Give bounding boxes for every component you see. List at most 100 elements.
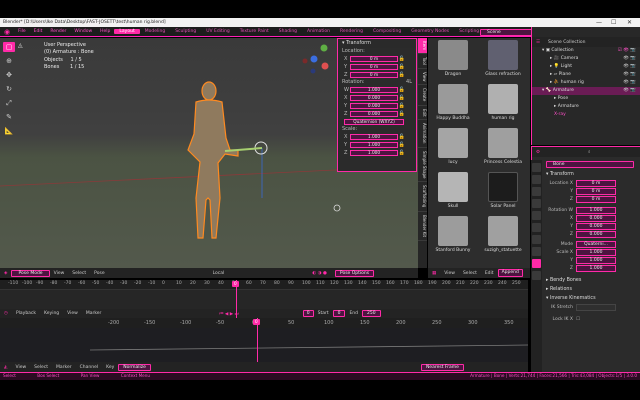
menu-help[interactable]: Help: [96, 29, 114, 34]
rotation-y-field[interactable]: 0.000: [350, 102, 398, 109]
annotate-tool-icon[interactable]: ✎: [3, 112, 15, 122]
asset-menu-edit[interactable]: Edit: [481, 271, 498, 276]
prop-rotation-z[interactable]: 0.000: [576, 230, 616, 238]
asset-human-rig[interactable]: human rig: [480, 84, 526, 121]
cursor-tool-icon[interactable]: ⊕: [3, 56, 15, 66]
outliner-row-light[interactable]: ▸ 💡 Light 👁 📷: [532, 63, 640, 71]
measure-tool-icon[interactable]: 📐: [3, 126, 15, 136]
prop-location-y[interactable]: 0 m: [576, 187, 616, 195]
lock-icon[interactable]: 🔓: [398, 111, 406, 117]
rotation-x-field[interactable]: 0.000: [350, 94, 398, 101]
world-tab-icon[interactable]: [532, 211, 541, 220]
orientation-dropdown[interactable]: Local: [209, 271, 229, 276]
end-frame-field[interactable]: 250: [362, 310, 381, 317]
move-tool-icon[interactable]: ✥: [3, 70, 15, 80]
menu-select[interactable]: Select: [68, 271, 90, 276]
outliner-row-xray[interactable]: X-ray: [532, 111, 640, 119]
asset-happy-buddha[interactable]: Happy Buddha: [430, 84, 476, 121]
timeline-editor-icon[interactable]: ◷: [0, 311, 12, 316]
asset-lucy[interactable]: lucy: [430, 128, 476, 165]
tab-view[interactable]: View: [418, 69, 427, 86]
search-icon[interactable]: ⌕: [584, 149, 595, 155]
transform-header[interactable]: ▾ Transform: [338, 39, 416, 48]
location-y-field[interactable]: 0 m: [350, 63, 398, 70]
scene-tab-icon[interactable]: [532, 199, 541, 208]
timeline-area[interactable]: [0, 289, 528, 309]
transform-section[interactable]: ▾ Transform: [546, 170, 640, 179]
lock-icon[interactable]: 🔓: [398, 142, 406, 148]
outliner-row-camera[interactable]: ▸ 🎥 Camera 👁 📷: [532, 55, 640, 63]
tool-tab-icon[interactable]: [532, 163, 541, 172]
tab-shading[interactable]: Shading: [274, 29, 302, 34]
menu-edit[interactable]: Edit: [30, 29, 47, 34]
bone-tab-icon[interactable]: [532, 259, 541, 268]
tab-animation-side[interactable]: Animation: [418, 120, 427, 148]
lock-icon[interactable]: 🔓: [398, 56, 406, 62]
tab-geometry-nodes[interactable]: Geometry Nodes: [406, 29, 454, 34]
asset-menu-select[interactable]: Select: [459, 271, 481, 276]
tab-scaffolding[interactable]: Scaffolding: [418, 182, 427, 212]
lock-icon[interactable]: 🔓: [398, 103, 406, 109]
constraint-tab-icon[interactable]: [532, 235, 541, 244]
editor-type-icon[interactable]: ◈: [0, 271, 11, 276]
snap-dropdown[interactable]: Nearest Frame: [420, 363, 464, 371]
graph-select-menu[interactable]: Select: [30, 365, 52, 370]
asset-princess-celestia[interactable]: Princess Celestia: [480, 128, 526, 165]
prop-scale-z[interactable]: 1.000: [576, 264, 616, 272]
graph-view-menu[interactable]: View: [11, 365, 30, 370]
graph-editor-area[interactable]: [0, 328, 529, 362]
tab-compositing[interactable]: Compositing: [368, 29, 406, 34]
playback-controls[interactable]: ⏮ ◀ ▶ ⏭: [215, 311, 242, 317]
location-z-field[interactable]: 0 m: [350, 71, 398, 78]
asset-dragon[interactable]: Dragon: [430, 40, 476, 77]
properties-icon[interactable]: ⚙: [532, 150, 544, 155]
data-tab-icon[interactable]: [532, 247, 541, 256]
lock-icon[interactable]: 🔓: [398, 95, 406, 101]
scale-tool-icon[interactable]: ⤢: [3, 98, 15, 108]
prop-scale-y[interactable]: 1.000: [576, 256, 616, 264]
keying-menu[interactable]: Keying: [40, 311, 63, 316]
timeline-view-menu[interactable]: View: [63, 311, 82, 316]
timeline-marker-menu[interactable]: Marker: [82, 311, 106, 316]
start-frame-field[interactable]: 0: [332, 310, 346, 317]
tab-simple-shape[interactable]: Simple Shape: [418, 148, 427, 183]
tab-layout[interactable]: Layout: [114, 29, 140, 34]
blender-logo-icon[interactable]: ◉: [0, 28, 14, 36]
lock-icon[interactable]: 🔓: [398, 72, 406, 78]
outliner-row-pose[interactable]: ▸ Pose: [532, 95, 640, 103]
asset-suzigh-statuette[interactable]: suzigh_statuette: [480, 216, 526, 253]
prop-location-x[interactable]: 0 m: [576, 179, 616, 187]
gear-icon-ruler[interactable]: ◬: [18, 42, 23, 49]
tab-blenderkit[interactable]: Blender Kit: [418, 212, 427, 241]
tab-create[interactable]: Create: [418, 85, 427, 106]
lock-icon[interactable]: 🔓: [398, 134, 406, 140]
outliner-row-plane[interactable]: ▸ ▱ Plane 👁 📷: [532, 71, 640, 79]
object-tab-icon[interactable]: [532, 223, 541, 232]
ik-stretch-field[interactable]: [576, 303, 616, 311]
rotation-z-field[interactable]: 0.000: [350, 110, 398, 117]
prop-mode-dropdown[interactable]: Quaterni...: [576, 240, 616, 248]
tab-animation[interactable]: Animation: [302, 29, 335, 34]
graph-editor-icon[interactable]: ◭: [0, 365, 11, 370]
graph-key-menu[interactable]: Key: [102, 365, 118, 370]
tab-sculpting[interactable]: Sculpting: [170, 29, 201, 34]
asset-glass-refraction[interactable]: Glass refraction: [480, 40, 526, 77]
graph-channel-menu[interactable]: Channel: [76, 365, 102, 370]
relations-section[interactable]: ▸ Relations: [546, 285, 640, 294]
bendy-bones-section[interactable]: ▸ Bendy Bones: [546, 276, 640, 285]
tab-texture-paint[interactable]: Texture Paint: [235, 29, 274, 34]
asset-solar-panel[interactable]: Solar Panel: [480, 172, 526, 209]
lock-icon[interactable]: 🔓: [398, 87, 406, 93]
pose-options-dropdown[interactable]: Pose Options: [334, 269, 375, 277]
output-tab-icon[interactable]: [532, 187, 541, 196]
lock-icon[interactable]: 🔓: [398, 64, 406, 70]
select-box-tool-icon[interactable]: ▢: [3, 42, 15, 52]
minimize-button[interactable]: —: [596, 18, 602, 27]
menu-file[interactable]: File: [14, 29, 30, 34]
scale-x-field[interactable]: 1.000: [350, 133, 398, 140]
prop-location-z[interactable]: 0 m: [576, 195, 616, 203]
outliner-icon[interactable]: ☰: [532, 40, 544, 45]
tab-modeling[interactable]: Modeling: [140, 29, 170, 34]
asset-skull[interactable]: Skull: [430, 172, 476, 209]
render-tab-icon[interactable]: [532, 175, 541, 184]
